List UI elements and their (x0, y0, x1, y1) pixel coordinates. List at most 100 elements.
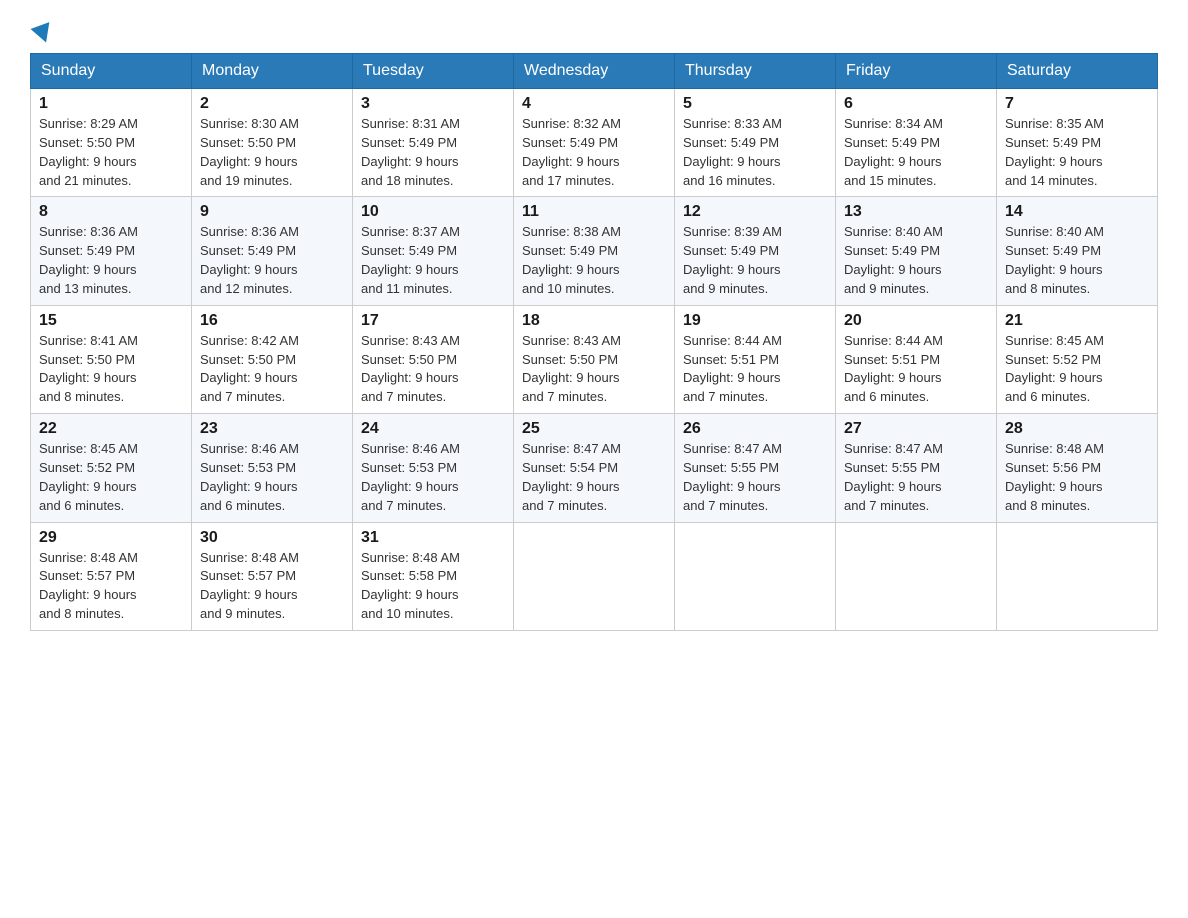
day-info: Sunrise: 8:48 AMSunset: 5:57 PMDaylight:… (200, 550, 299, 622)
day-info: Sunrise: 8:47 AMSunset: 5:54 PMDaylight:… (522, 441, 621, 513)
calendar-cell (675, 522, 836, 630)
calendar-cell: 6 Sunrise: 8:34 AMSunset: 5:49 PMDayligh… (836, 89, 997, 197)
logo-blue-text (30, 25, 53, 41)
calendar-cell: 5 Sunrise: 8:33 AMSunset: 5:49 PMDayligh… (675, 89, 836, 197)
calendar-table: SundayMondayTuesdayWednesdayThursdayFrid… (30, 53, 1158, 631)
day-info: Sunrise: 8:46 AMSunset: 5:53 PMDaylight:… (200, 441, 299, 513)
day-number: 15 (39, 312, 183, 330)
calendar-cell: 24 Sunrise: 8:46 AMSunset: 5:53 PMDaylig… (353, 414, 514, 522)
day-info: Sunrise: 8:48 AMSunset: 5:57 PMDaylight:… (39, 550, 138, 622)
day-number: 9 (200, 203, 344, 221)
weekday-header-friday: Friday (836, 54, 997, 89)
day-info: Sunrise: 8:39 AMSunset: 5:49 PMDaylight:… (683, 224, 782, 296)
day-number: 31 (361, 529, 505, 547)
day-info: Sunrise: 8:44 AMSunset: 5:51 PMDaylight:… (683, 333, 782, 405)
calendar-cell: 26 Sunrise: 8:47 AMSunset: 5:55 PMDaylig… (675, 414, 836, 522)
day-number: 1 (39, 95, 183, 113)
weekday-header-saturday: Saturday (997, 54, 1158, 89)
calendar-cell: 8 Sunrise: 8:36 AMSunset: 5:49 PMDayligh… (31, 197, 192, 305)
day-info: Sunrise: 8:48 AMSunset: 5:56 PMDaylight:… (1005, 441, 1104, 513)
day-number: 28 (1005, 420, 1149, 438)
day-number: 27 (844, 420, 988, 438)
day-number: 17 (361, 312, 505, 330)
day-info: Sunrise: 8:40 AMSunset: 5:49 PMDaylight:… (1005, 224, 1104, 296)
day-number: 12 (683, 203, 827, 221)
day-number: 5 (683, 95, 827, 113)
day-number: 24 (361, 420, 505, 438)
day-number: 20 (844, 312, 988, 330)
page-header (30, 20, 1158, 41)
day-info: Sunrise: 8:32 AMSunset: 5:49 PMDaylight:… (522, 116, 621, 188)
calendar-cell: 13 Sunrise: 8:40 AMSunset: 5:49 PMDaylig… (836, 197, 997, 305)
calendar-cell: 18 Sunrise: 8:43 AMSunset: 5:50 PMDaylig… (514, 305, 675, 413)
day-number: 13 (844, 203, 988, 221)
calendar-cell: 14 Sunrise: 8:40 AMSunset: 5:49 PMDaylig… (997, 197, 1158, 305)
calendar-cell: 30 Sunrise: 8:48 AMSunset: 5:57 PMDaylig… (192, 522, 353, 630)
calendar-cell: 21 Sunrise: 8:45 AMSunset: 5:52 PMDaylig… (997, 305, 1158, 413)
calendar-cell: 11 Sunrise: 8:38 AMSunset: 5:49 PMDaylig… (514, 197, 675, 305)
calendar-cell: 12 Sunrise: 8:39 AMSunset: 5:49 PMDaylig… (675, 197, 836, 305)
day-info: Sunrise: 8:33 AMSunset: 5:49 PMDaylight:… (683, 116, 782, 188)
day-info: Sunrise: 8:29 AMSunset: 5:50 PMDaylight:… (39, 116, 138, 188)
day-number: 4 (522, 95, 666, 113)
day-info: Sunrise: 8:41 AMSunset: 5:50 PMDaylight:… (39, 333, 138, 405)
day-info: Sunrise: 8:40 AMSunset: 5:49 PMDaylight:… (844, 224, 943, 296)
day-number: 7 (1005, 95, 1149, 113)
day-number: 18 (522, 312, 666, 330)
day-number: 10 (361, 203, 505, 221)
calendar-cell: 16 Sunrise: 8:42 AMSunset: 5:50 PMDaylig… (192, 305, 353, 413)
logo-triangle-icon (31, 22, 56, 46)
day-number: 30 (200, 529, 344, 547)
calendar-cell: 10 Sunrise: 8:37 AMSunset: 5:49 PMDaylig… (353, 197, 514, 305)
day-info: Sunrise: 8:45 AMSunset: 5:52 PMDaylight:… (39, 441, 138, 513)
calendar-cell: 31 Sunrise: 8:48 AMSunset: 5:58 PMDaylig… (353, 522, 514, 630)
day-info: Sunrise: 8:43 AMSunset: 5:50 PMDaylight:… (522, 333, 621, 405)
week-row-4: 22 Sunrise: 8:45 AMSunset: 5:52 PMDaylig… (31, 414, 1158, 522)
day-info: Sunrise: 8:38 AMSunset: 5:49 PMDaylight:… (522, 224, 621, 296)
calendar-cell: 1 Sunrise: 8:29 AMSunset: 5:50 PMDayligh… (31, 89, 192, 197)
day-number: 21 (1005, 312, 1149, 330)
calendar-cell: 2 Sunrise: 8:30 AMSunset: 5:50 PMDayligh… (192, 89, 353, 197)
calendar-cell: 4 Sunrise: 8:32 AMSunset: 5:49 PMDayligh… (514, 89, 675, 197)
calendar-cell: 27 Sunrise: 8:47 AMSunset: 5:55 PMDaylig… (836, 414, 997, 522)
day-info: Sunrise: 8:47 AMSunset: 5:55 PMDaylight:… (683, 441, 782, 513)
day-number: 16 (200, 312, 344, 330)
calendar-cell: 29 Sunrise: 8:48 AMSunset: 5:57 PMDaylig… (31, 522, 192, 630)
day-number: 23 (200, 420, 344, 438)
weekday-header-row: SundayMondayTuesdayWednesdayThursdayFrid… (31, 54, 1158, 89)
day-info: Sunrise: 8:34 AMSunset: 5:49 PMDaylight:… (844, 116, 943, 188)
calendar-cell (997, 522, 1158, 630)
calendar-cell: 22 Sunrise: 8:45 AMSunset: 5:52 PMDaylig… (31, 414, 192, 522)
weekday-header-wednesday: Wednesday (514, 54, 675, 89)
logo (30, 25, 53, 41)
week-row-2: 8 Sunrise: 8:36 AMSunset: 5:49 PMDayligh… (31, 197, 1158, 305)
day-info: Sunrise: 8:36 AMSunset: 5:49 PMDaylight:… (200, 224, 299, 296)
day-info: Sunrise: 8:42 AMSunset: 5:50 PMDaylight:… (200, 333, 299, 405)
day-number: 8 (39, 203, 183, 221)
day-number: 29 (39, 529, 183, 547)
day-info: Sunrise: 8:45 AMSunset: 5:52 PMDaylight:… (1005, 333, 1104, 405)
day-info: Sunrise: 8:44 AMSunset: 5:51 PMDaylight:… (844, 333, 943, 405)
week-row-1: 1 Sunrise: 8:29 AMSunset: 5:50 PMDayligh… (31, 89, 1158, 197)
weekday-header-sunday: Sunday (31, 54, 192, 89)
day-info: Sunrise: 8:46 AMSunset: 5:53 PMDaylight:… (361, 441, 460, 513)
calendar-cell: 9 Sunrise: 8:36 AMSunset: 5:49 PMDayligh… (192, 197, 353, 305)
calendar-cell: 7 Sunrise: 8:35 AMSunset: 5:49 PMDayligh… (997, 89, 1158, 197)
day-info: Sunrise: 8:48 AMSunset: 5:58 PMDaylight:… (361, 550, 460, 622)
day-number: 11 (522, 203, 666, 221)
calendar-cell: 15 Sunrise: 8:41 AMSunset: 5:50 PMDaylig… (31, 305, 192, 413)
day-info: Sunrise: 8:35 AMSunset: 5:49 PMDaylight:… (1005, 116, 1104, 188)
day-number: 3 (361, 95, 505, 113)
weekday-header-thursday: Thursday (675, 54, 836, 89)
day-number: 22 (39, 420, 183, 438)
calendar-cell: 20 Sunrise: 8:44 AMSunset: 5:51 PMDaylig… (836, 305, 997, 413)
calendar-cell: 28 Sunrise: 8:48 AMSunset: 5:56 PMDaylig… (997, 414, 1158, 522)
calendar-cell (836, 522, 997, 630)
week-row-3: 15 Sunrise: 8:41 AMSunset: 5:50 PMDaylig… (31, 305, 1158, 413)
day-info: Sunrise: 8:47 AMSunset: 5:55 PMDaylight:… (844, 441, 943, 513)
day-number: 2 (200, 95, 344, 113)
day-number: 14 (1005, 203, 1149, 221)
week-row-5: 29 Sunrise: 8:48 AMSunset: 5:57 PMDaylig… (31, 522, 1158, 630)
calendar-cell: 25 Sunrise: 8:47 AMSunset: 5:54 PMDaylig… (514, 414, 675, 522)
calendar-cell (514, 522, 675, 630)
